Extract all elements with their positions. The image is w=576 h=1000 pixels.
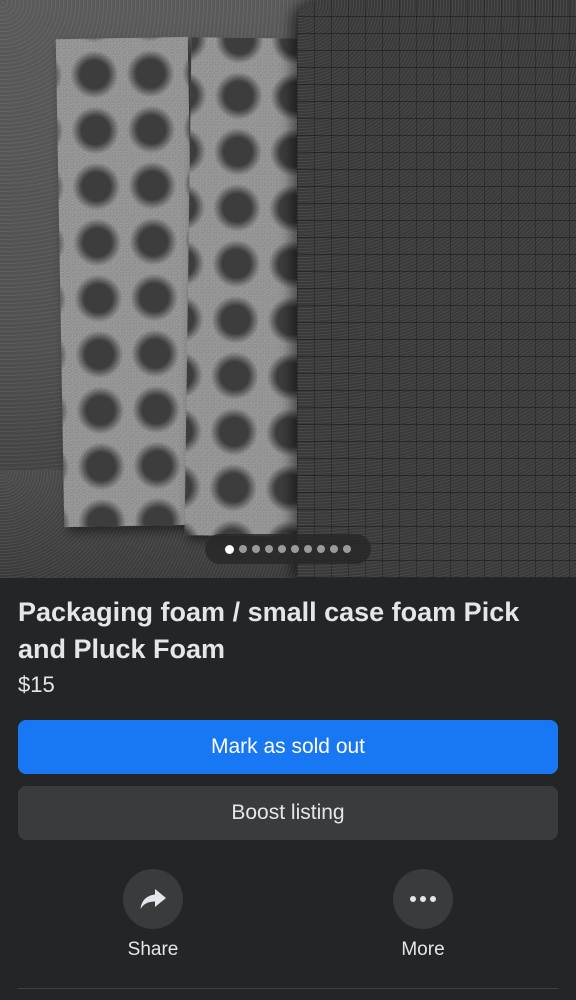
- listing-title: Packaging foam / small case foam Pick an…: [18, 597, 520, 664]
- share-arrow-icon: [140, 889, 166, 909]
- divider: [18, 988, 558, 989]
- share-action[interactable]: Share: [108, 869, 198, 961]
- photo-pagination-dots[interactable]: [205, 534, 371, 564]
- boost-listing-button[interactable]: Boost listing: [18, 786, 558, 840]
- listing-price: $15: [18, 672, 55, 697]
- pagination-dot-active[interactable]: [225, 544, 234, 554]
- ellipsis-icon: [410, 896, 436, 902]
- share-label: Share: [127, 939, 179, 960]
- mark-as-sold-out-button[interactable]: Mark as sold out: [18, 720, 558, 774]
- pagination-dot[interactable]: [278, 545, 286, 553]
- egg-crate-foam-right: [184, 37, 314, 537]
- pagination-dot[interactable]: [291, 545, 299, 553]
- listing-photo[interactable]: [0, 0, 576, 578]
- more-button[interactable]: [393, 869, 453, 929]
- pick-pluck-foam-slab: [297, 0, 576, 578]
- pagination-dot[interactable]: [304, 545, 312, 553]
- more-label: More: [401, 939, 445, 960]
- pagination-dot[interactable]: [317, 545, 325, 553]
- pagination-dot[interactable]: [252, 545, 260, 553]
- pagination-dot[interactable]: [265, 545, 273, 553]
- pagination-dot[interactable]: [239, 545, 247, 553]
- pagination-dot[interactable]: [330, 545, 338, 553]
- share-button[interactable]: [123, 869, 183, 929]
- egg-crate-foam-left: [55, 36, 197, 528]
- pagination-dot[interactable]: [343, 545, 351, 553]
- more-action[interactable]: More: [378, 869, 468, 961]
